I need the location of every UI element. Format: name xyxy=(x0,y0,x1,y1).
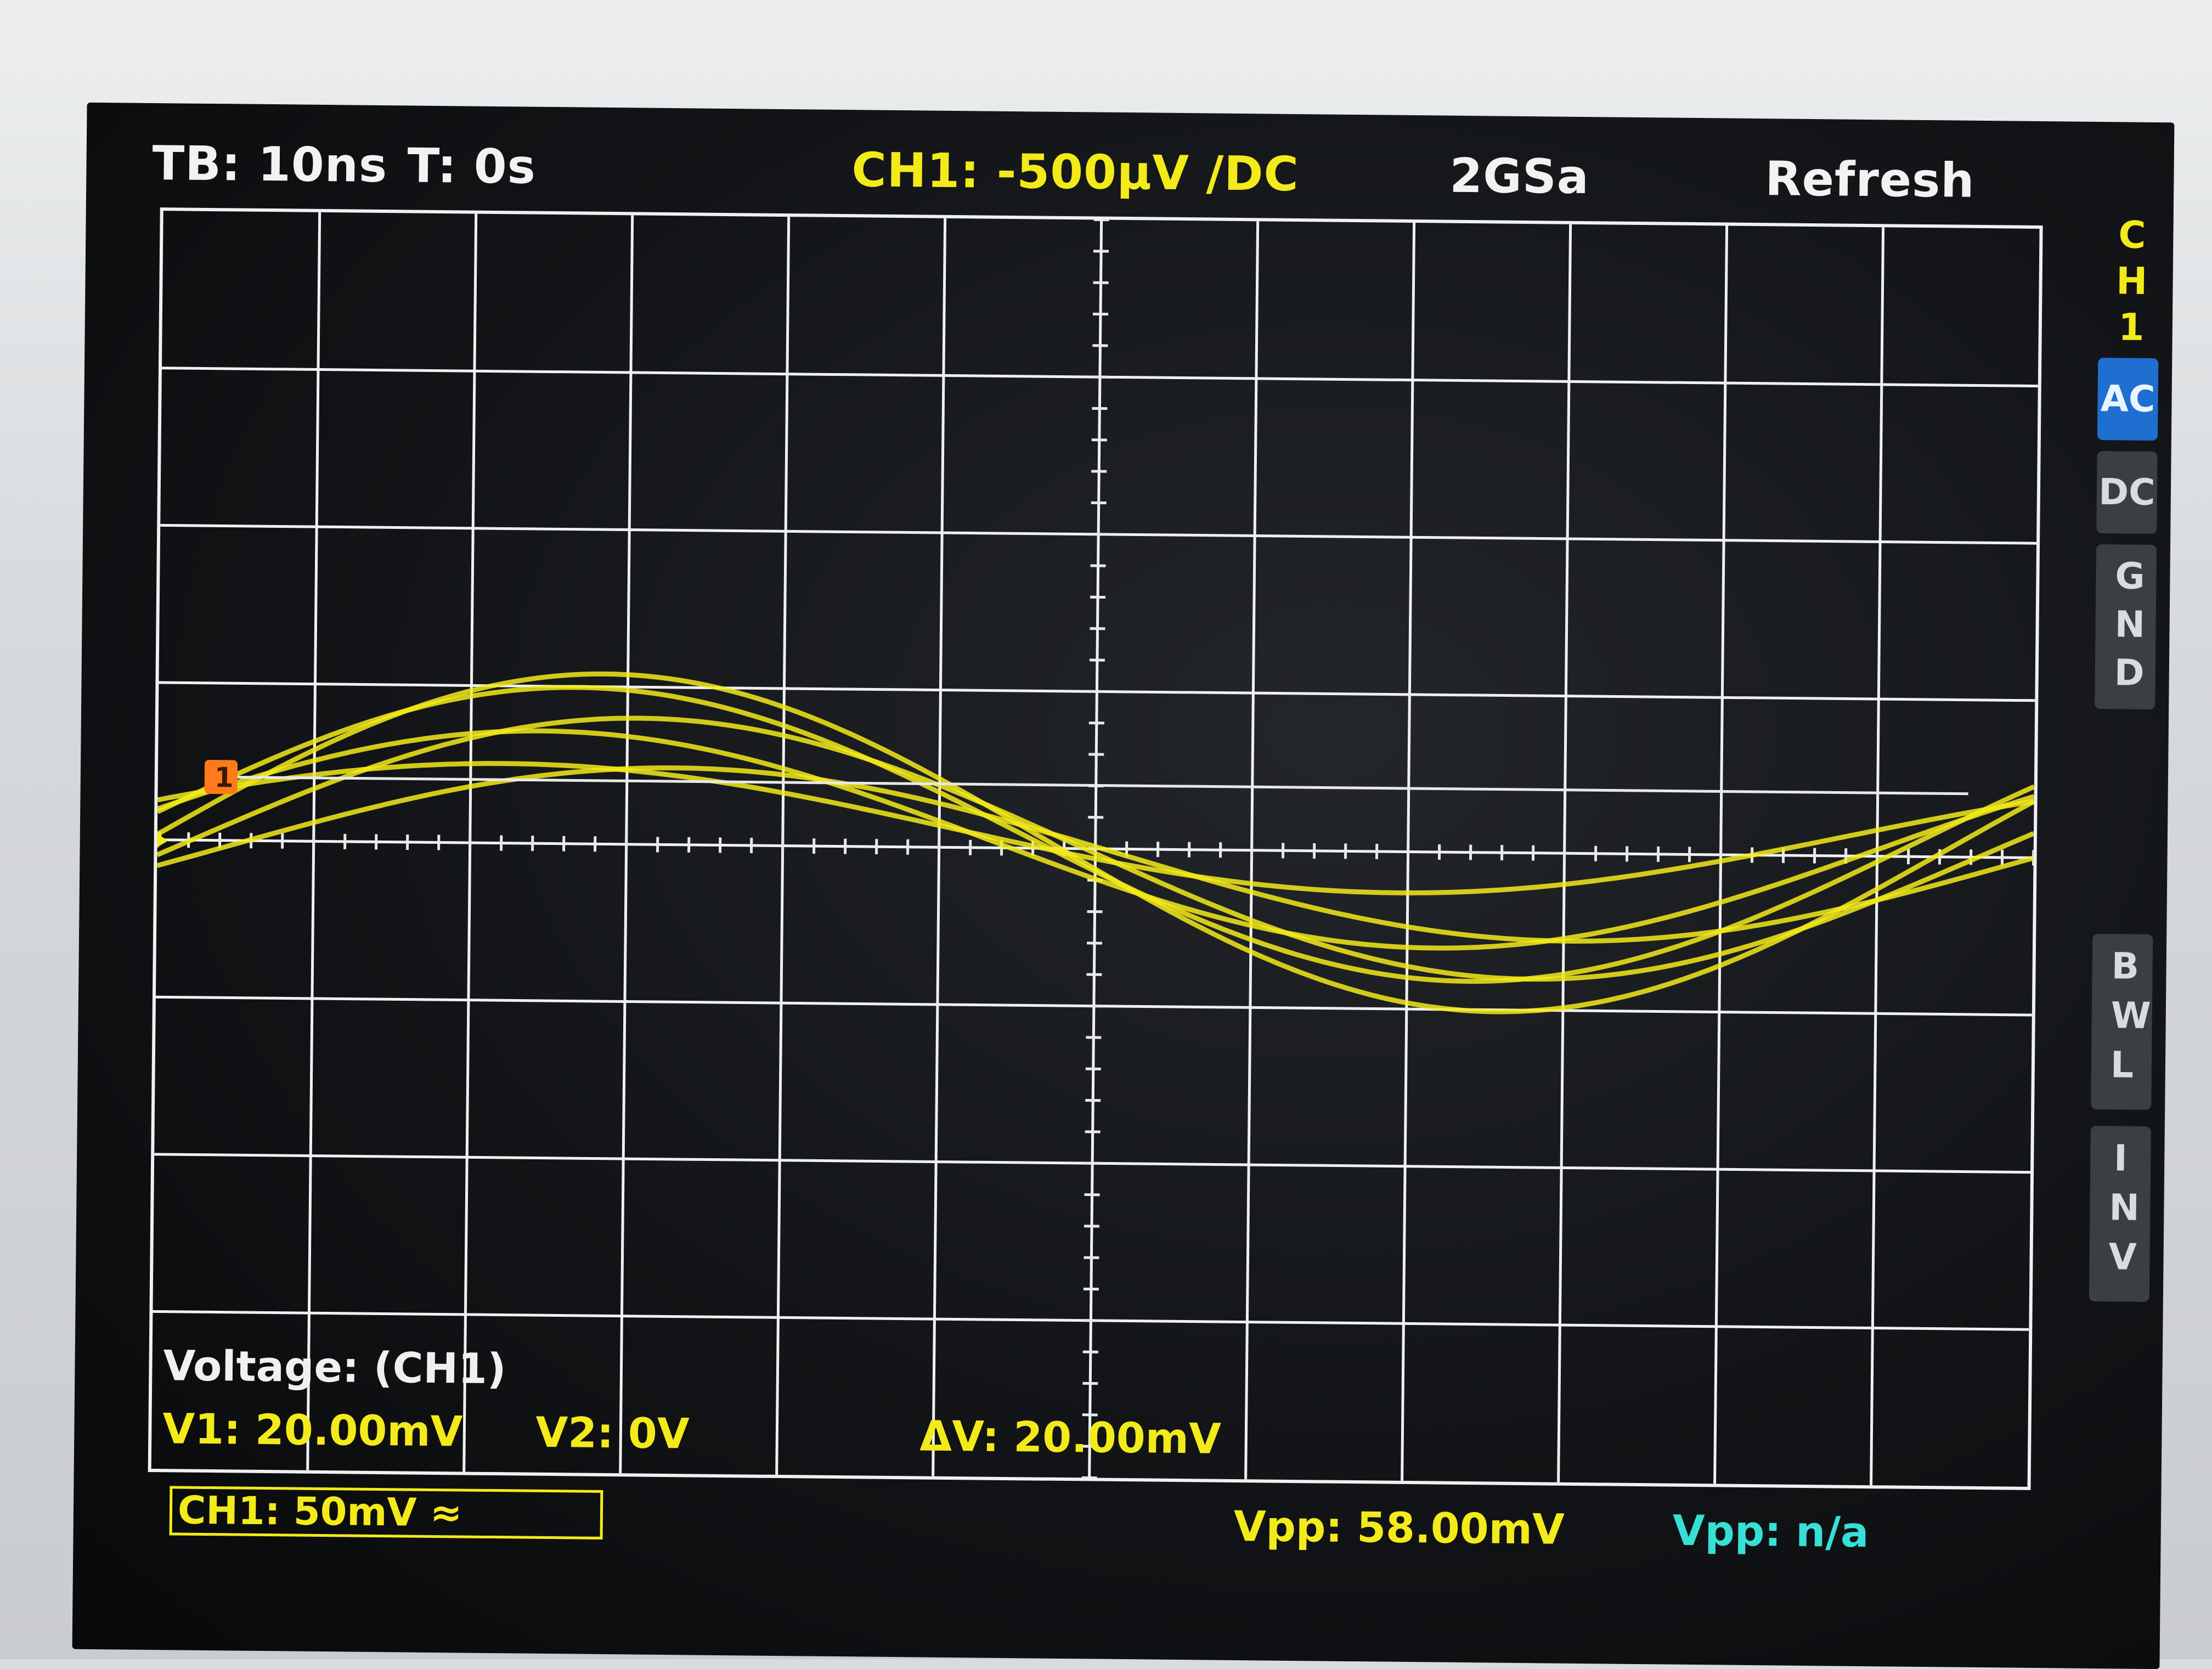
graticule-svg: 1 1 xyxy=(151,211,2040,1487)
coupling-dc-button[interactable]: DC xyxy=(2096,451,2157,534)
waveform-graticule[interactable]: 1 1 Voltage: (CH1) V1: 20.00mV V2: 0V ΔV… xyxy=(148,207,2043,1490)
invert-button[interactable]: INV xyxy=(2089,1126,2151,1302)
measurement-title: Voltage: (CH1) xyxy=(163,1341,506,1393)
vpp-ch2-readout: Vpp: n/a xyxy=(1672,1506,1869,1557)
cursor-v1-value: V1: 20.00mV xyxy=(162,1404,463,1456)
gnd-button-label: GND xyxy=(2114,552,2137,697)
inv-button-label: INV xyxy=(2108,1134,2132,1282)
trigger-time-readout[interactable]: T: 0s xyxy=(407,138,536,194)
vpp-ch1-readout: Vpp: 58.00mV xyxy=(1233,1502,1565,1554)
cursor-measurement-panel: Voltage: (CH1) V1: 20.00mV V2: 0V ΔV: 20… xyxy=(162,1341,1480,1485)
channel-offset-readout[interactable]: CH1: -500µV /DC xyxy=(851,143,1299,202)
sample-rate-readout: 2GSa xyxy=(1449,149,1589,205)
coupling-ac-button[interactable]: AC xyxy=(2097,358,2158,441)
bwl-button-label: BWL xyxy=(2111,941,2134,1090)
channel-label-text: CH1 xyxy=(2114,212,2148,351)
bandwidth-limit-button[interactable]: BWL xyxy=(2091,934,2153,1110)
cursor-v2-value: V2: 0V xyxy=(535,1408,690,1458)
trigger-level-line xyxy=(238,777,1968,793)
coupling-gnd-button[interactable]: GND xyxy=(2095,544,2157,709)
channel-scale-status[interactable]: CH1: 50mV ≈ xyxy=(170,1486,603,1540)
oscilloscope-screen: TB: 10ns T: 0s CH1: -500µV /DC 2GSa Refr… xyxy=(72,103,2175,1669)
acquisition-mode-readout[interactable]: Refresh xyxy=(1765,151,1975,208)
timebase-readout[interactable]: TB: 10ns xyxy=(152,136,388,193)
side-menu-channel-label: CH1 xyxy=(2114,212,2148,351)
cursor-delta-v-value: ΔV: 20.00mV xyxy=(919,1411,1221,1463)
trigger-marker-label: 1 xyxy=(215,762,234,793)
